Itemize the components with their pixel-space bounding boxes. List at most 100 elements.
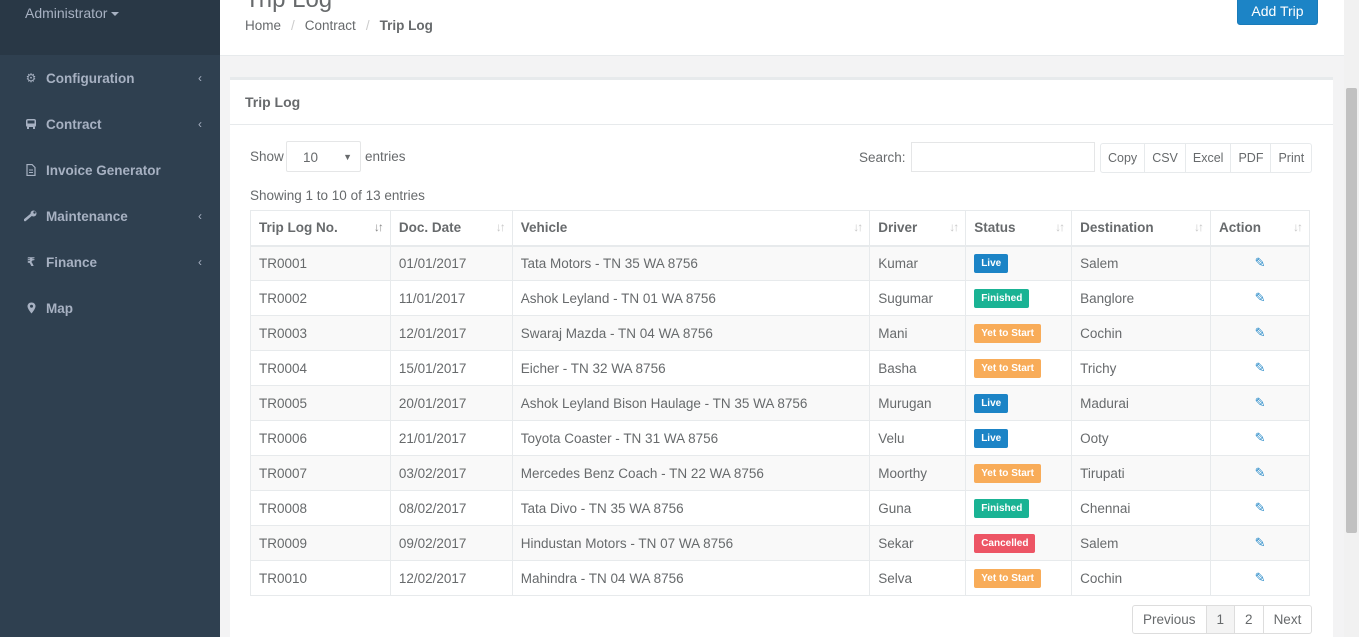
status-badge: Yet to Start (974, 358, 1041, 378)
table-row: TR0001 01/01/2017 Tata Motors - TN 35 WA… (250, 245, 1310, 281)
entries-label: entries (365, 149, 406, 164)
breadcrumb-current: Trip Log (379, 18, 433, 33)
cell-driver: Murugan (869, 385, 967, 421)
entries-value: 10 (303, 150, 319, 165)
pencil-icon[interactable]: ✎ (1255, 500, 1266, 516)
cell-vehicle: Tata Divo - TN 35 WA 8756 (511, 490, 871, 526)
sidebar-item-contract[interactable]: Contract ‹ (0, 101, 220, 147)
page-scrollbar[interactable] (1344, 0, 1359, 637)
cell-destination: Salem (1071, 245, 1212, 281)
pencil-icon[interactable]: ✎ (1255, 325, 1266, 341)
map-marker-icon (24, 302, 38, 314)
show-label: Show (250, 149, 284, 164)
cell-action: ✎ (1210, 350, 1310, 386)
column-header-doc-date[interactable]: Doc. Date ↓↑ (389, 210, 513, 247)
table-row: TR0009 09/02/2017 Hindustan Motors - TN … (250, 525, 1310, 561)
rupee-icon: ₹ (26, 255, 36, 269)
chevron-left-icon: ‹ (198, 255, 202, 269)
cell-doc-date: 03/02/2017 (389, 455, 513, 491)
sort-icon: ↓↑ (853, 220, 863, 234)
status-badge: Yet to Start (974, 323, 1041, 343)
sidebar-item-configuration[interactable]: ⚙ Configuration ‹ (0, 55, 220, 101)
cell-driver: Basha (869, 350, 967, 386)
column-header-vehicle[interactable]: Vehicle ↓↑ (511, 210, 871, 247)
sidebar-item-label: Invoice Generator (46, 162, 161, 178)
breadcrumb: Home / Contract / Trip Log (245, 18, 433, 33)
pagination: Previous 1 2 Next (1132, 605, 1313, 634)
chevron-left-icon: ‹ (198, 71, 202, 85)
breadcrumb-home[interactable]: Home (245, 18, 281, 33)
trip-log-table: Trip Log No. ↓↑ Doc. Date ↓↑ Vehicle ↓↑ Dri… (250, 210, 1310, 596)
cell-destination: Cochin (1071, 560, 1212, 596)
cell-destination: Trichy (1071, 350, 1212, 386)
pencil-icon[interactable]: ✎ (1255, 430, 1266, 446)
page-button-2[interactable]: 2 (1235, 605, 1264, 634)
sidebar-item-finance[interactable]: ₹ Finance ‹ (0, 239, 220, 285)
cell-action: ✎ (1210, 245, 1310, 281)
page-button-1[interactable]: 1 (1206, 605, 1236, 634)
cell-doc-date: 11/01/2017 (389, 280, 513, 316)
cell-action: ✎ (1210, 280, 1310, 316)
sidebar-item-invoice-generator[interactable]: Invoice Generator (0, 147, 220, 193)
cell-vehicle: Ashok Leyland - TN 01 WA 8756 (511, 280, 871, 316)
sort-icon: ↓↑ (1194, 220, 1204, 234)
dropdown-arrow-icon: ▼ (343, 152, 352, 162)
table-row: TR0002 11/01/2017 Ashok Leyland - TN 01 … (250, 280, 1310, 316)
pdf-button[interactable]: PDF (1231, 143, 1272, 173)
cell-action: ✎ (1210, 315, 1310, 351)
pencil-icon[interactable]: ✎ (1255, 535, 1266, 551)
cell-driver: Moorthy (869, 455, 967, 491)
cell-driver: Selva (869, 560, 967, 596)
pencil-icon[interactable]: ✎ (1255, 395, 1266, 411)
sidebar-item-label: Maintenance (46, 208, 128, 224)
cell-status: Finished (965, 490, 1073, 526)
cell-action: ✎ (1210, 420, 1310, 456)
cell-trip-no: TR0004 (250, 350, 391, 386)
table-row: TR0004 15/01/2017 Eicher - TN 32 WA 8756… (250, 350, 1310, 386)
next-page-button[interactable]: Next (1263, 605, 1313, 634)
pencil-icon[interactable]: ✎ (1255, 360, 1266, 376)
status-badge: Live (974, 253, 1009, 273)
cell-trip-no: TR0008 (250, 490, 391, 526)
cell-status: Finished (965, 280, 1073, 316)
user-name: Administrator (25, 5, 108, 21)
user-menu[interactable]: Administrator (25, 5, 120, 21)
table-row: TR0010 12/02/2017 Mahindra - TN 04 WA 87… (250, 560, 1310, 596)
breadcrumb-contract[interactable]: Contract (305, 18, 356, 33)
export-buttons: Copy CSV Excel PDF Print (1100, 143, 1313, 173)
excel-button[interactable]: Excel (1185, 143, 1232, 173)
pencil-icon[interactable]: ✎ (1255, 255, 1266, 271)
cell-driver: Mani (869, 315, 967, 351)
status-badge: Yet to Start (974, 463, 1041, 483)
entries-select[interactable]: 10 ▼ (286, 141, 361, 172)
csv-button[interactable]: CSV (1145, 143, 1186, 173)
pencil-icon[interactable]: ✎ (1255, 570, 1266, 586)
column-header-destination[interactable]: Destination ↓↑ (1071, 210, 1212, 247)
status-badge: Cancelled (974, 533, 1036, 553)
cell-status: Cancelled (965, 525, 1073, 561)
cell-doc-date: 15/01/2017 (389, 350, 513, 386)
status-badge: Live (974, 428, 1009, 448)
pencil-icon[interactable]: ✎ (1255, 465, 1266, 481)
pencil-icon[interactable]: ✎ (1255, 290, 1266, 306)
cell-vehicle: Mercedes Benz Coach - TN 22 WA 8756 (511, 455, 871, 491)
copy-button[interactable]: Copy (1100, 143, 1146, 173)
add-trip-button[interactable]: Add Trip (1237, 0, 1318, 25)
cell-destination: Chennai (1071, 490, 1212, 526)
print-button[interactable]: Print (1271, 143, 1313, 173)
table-row: TR0003 12/01/2017 Swaraj Mazda - TN 04 W… (250, 315, 1310, 351)
column-header-status[interactable]: Status ↓↑ (965, 210, 1073, 247)
table-row: TR0008 08/02/2017 Tata Divo - TN 35 WA 8… (250, 490, 1310, 526)
sidebar: Administrator ⚙ Configuration ‹ Contract… (0, 0, 220, 637)
column-header-action[interactable]: Action ↓↑ (1210, 210, 1310, 247)
status-badge: Finished (974, 498, 1030, 518)
wrench-icon (24, 210, 38, 222)
scrollbar-thumb[interactable] (1346, 88, 1357, 533)
search-input[interactable] (911, 142, 1095, 172)
column-header-driver[interactable]: Driver ↓↑ (869, 210, 967, 247)
cell-destination: Madurai (1071, 385, 1212, 421)
sidebar-item-map[interactable]: Map (0, 285, 220, 331)
previous-page-button[interactable]: Previous (1132, 605, 1207, 634)
column-header-trip-log-no[interactable]: Trip Log No. ↓↑ (250, 210, 391, 247)
sidebar-item-maintenance[interactable]: Maintenance ‹ (0, 193, 220, 239)
